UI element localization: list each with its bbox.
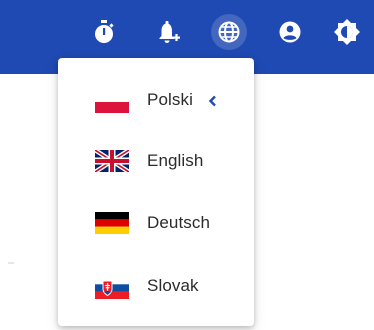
language-menu: Polski English Deutsch Slovak xyxy=(58,58,254,326)
stopwatch-icon[interactable] xyxy=(90,18,118,46)
background-divider xyxy=(8,262,14,264)
language-option-english[interactable]: English xyxy=(58,137,254,185)
language-label: Slovak xyxy=(147,276,199,295)
slovakia-flag-icon xyxy=(95,277,129,299)
poland-flag-icon xyxy=(95,91,129,113)
account-circle-icon[interactable] xyxy=(276,18,304,46)
language-label: Polski xyxy=(147,90,193,109)
language-label: English xyxy=(147,151,204,170)
theme-brightness-icon[interactable] xyxy=(333,18,361,46)
language-option-polski[interactable]: Polski xyxy=(58,76,254,124)
language-option-deutsch[interactable]: Deutsch xyxy=(58,199,254,247)
language-option-slovak[interactable]: Slovak xyxy=(58,262,254,310)
germany-flag-icon xyxy=(95,212,129,234)
chevron-left-icon xyxy=(207,94,219,107)
notification-bell-add-icon[interactable] xyxy=(155,18,183,46)
united-kingdom-flag-icon xyxy=(95,150,129,172)
globe-icon[interactable] xyxy=(211,14,247,50)
language-label: Deutsch xyxy=(147,213,211,232)
